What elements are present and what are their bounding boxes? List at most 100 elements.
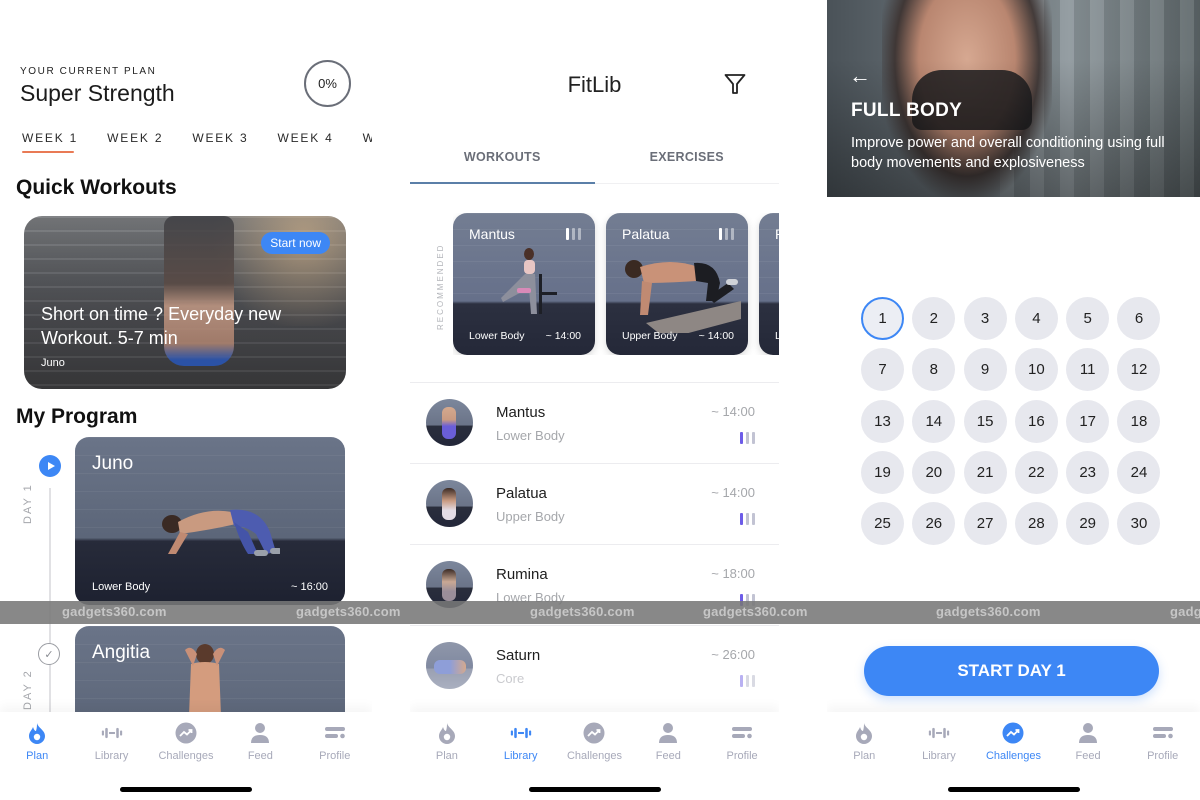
- back-arrow-icon[interactable]: ←: [849, 65, 871, 87]
- quick-workout-card[interactable]: Start now Short on time ? Everyday new W…: [24, 216, 346, 389]
- start-now-button[interactable]: Start now: [261, 232, 330, 254]
- nav-plan[interactable]: Plan: [410, 722, 484, 762]
- difficulty-bars: [740, 513, 755, 525]
- day-button-27[interactable]: 27: [963, 502, 1007, 546]
- nav-challenges[interactable]: Challenges: [976, 722, 1050, 762]
- flame-icon: [853, 722, 875, 744]
- difficulty-bars: [719, 228, 734, 240]
- program-card-title: Juno: [92, 453, 134, 474]
- flame-icon: [436, 722, 458, 744]
- nav-plan[interactable]: Plan: [0, 722, 74, 762]
- nav-label: Library: [94, 750, 129, 762]
- nav-library[interactable]: Library: [902, 722, 976, 762]
- my-program-heading: My Program: [16, 405, 138, 428]
- tab-week-3[interactable]: WEEK 3: [192, 131, 248, 153]
- program-card-day-1[interactable]: Juno Lower Body ~ 16:00: [75, 437, 345, 605]
- trending-up-icon: [175, 722, 197, 744]
- day-button-9[interactable]: 9: [963, 348, 1007, 392]
- day-button-18[interactable]: 18: [1117, 399, 1161, 443]
- list-item[interactable]: Saturn Core ~ 26:00: [410, 625, 779, 706]
- nav-profile[interactable]: Profile: [1126, 722, 1200, 762]
- day-button-17[interactable]: 17: [1066, 399, 1110, 443]
- nav-challenges[interactable]: Challenges: [558, 722, 632, 762]
- tab-week-1[interactable]: WEEK 1: [22, 131, 78, 153]
- watermark-text: gadgets360.com: [936, 604, 1041, 619]
- day-button-3[interactable]: 3: [963, 297, 1007, 340]
- nav-feed[interactable]: Feed: [631, 722, 705, 762]
- workout-list: Mantus Lower Body ~ 14:00 Palatua Upper …: [410, 382, 779, 706]
- day-button-12[interactable]: 12: [1117, 348, 1161, 392]
- recommended-card[interactable]: Palatua Upper Body ~ 14:00: [606, 213, 748, 355]
- nav-library[interactable]: Library: [484, 722, 558, 762]
- tab-week-5[interactable]: WEE: [363, 131, 372, 153]
- workout-tag: Core: [496, 671, 525, 686]
- play-icon[interactable]: [39, 455, 61, 477]
- filter-icon[interactable]: [723, 72, 747, 96]
- day-button-20[interactable]: 20: [912, 450, 956, 494]
- day-button-2[interactable]: 2: [912, 297, 956, 340]
- tab-workouts[interactable]: WORKOUTS: [410, 140, 595, 184]
- day-button-11[interactable]: 11: [1066, 348, 1110, 392]
- day-button-29[interactable]: 29: [1066, 502, 1110, 546]
- watermark-text: gadgets360.com: [530, 604, 635, 619]
- nav-label: Challenges: [158, 750, 214, 762]
- workout-tag: Upper Body: [496, 509, 565, 524]
- quick-card-subtitle: Juno: [41, 357, 65, 369]
- day-button-1[interactable]: 1: [861, 297, 904, 340]
- recommended-card-tag: Upper Body: [622, 330, 678, 342]
- tab-week-2[interactable]: WEEK 2: [107, 131, 163, 153]
- day-button-30[interactable]: 30: [1117, 502, 1161, 546]
- person-icon: [249, 722, 271, 744]
- trending-up-icon: [583, 722, 605, 744]
- nav-label: Feed: [1075, 750, 1101, 762]
- nav-feed[interactable]: Feed: [1051, 722, 1125, 762]
- trending-up-icon: [1002, 722, 1024, 744]
- workout-thumbnail: [426, 399, 473, 446]
- day-button-5[interactable]: 5: [1066, 297, 1110, 340]
- day-button-4[interactable]: 4: [1014, 297, 1058, 340]
- profile-lines-icon: [324, 722, 346, 744]
- day-button-8[interactable]: 8: [912, 348, 956, 392]
- day-button-6[interactable]: 6: [1117, 297, 1161, 340]
- tab-exercises[interactable]: EXERCISES: [595, 140, 780, 183]
- nav-label: Profile: [726, 750, 758, 762]
- nav-profile[interactable]: Profile: [298, 722, 372, 762]
- recommended-card-time: ~ 14:00: [698, 330, 734, 342]
- plan-kicker: YOUR CURRENT PLAN: [20, 66, 157, 77]
- day-button-13[interactable]: 13: [861, 399, 904, 443]
- day-button-16[interactable]: 16: [1014, 399, 1058, 443]
- day-button-19[interactable]: 19: [861, 450, 904, 494]
- nav-profile[interactable]: Profile: [705, 722, 779, 762]
- tab-week-4[interactable]: WEEK 4: [277, 131, 333, 153]
- day-button-23[interactable]: 23: [1066, 450, 1110, 494]
- check-icon[interactable]: ✓: [38, 643, 60, 665]
- challenge-hero: ← FULL BODY Improve power and overall co…: [827, 0, 1200, 197]
- recommended-carousel[interactable]: Mantus Lower Body ~ 14:00 Palatua Upper …: [453, 213, 779, 355]
- nav-label: Feed: [655, 750, 681, 762]
- recommended-card[interactable]: R L: [759, 213, 779, 355]
- flame-icon: [26, 722, 48, 744]
- list-item[interactable]: Palatua Upper Body ~ 14:00: [410, 463, 779, 544]
- day-button-7[interactable]: 7: [861, 348, 904, 392]
- recommended-card[interactable]: Mantus Lower Body ~ 14:00: [453, 213, 595, 355]
- day-button-10[interactable]: 10: [1014, 348, 1058, 392]
- difficulty-bars: [740, 432, 755, 444]
- nav-plan[interactable]: Plan: [827, 722, 901, 762]
- week-tabs: WEEK 1 WEEK 2 WEEK 3 WEEK 4 WEE: [22, 131, 372, 153]
- day-button-22[interactable]: 22: [1014, 450, 1058, 494]
- day-button-15[interactable]: 15: [963, 399, 1007, 443]
- nav-library[interactable]: Library: [75, 722, 149, 762]
- nav-challenges[interactable]: Challenges: [149, 722, 223, 762]
- day-button-25[interactable]: 25: [861, 502, 904, 546]
- day-button-26[interactable]: 26: [912, 502, 956, 546]
- day-button-28[interactable]: 28: [1014, 502, 1058, 546]
- dumbbell-icon: [101, 722, 123, 744]
- progress-value: 0%: [318, 76, 337, 91]
- day-button-21[interactable]: 21: [963, 450, 1007, 494]
- start-day-button[interactable]: START DAY 1: [864, 646, 1159, 696]
- workout-name: Saturn: [496, 647, 541, 664]
- nav-feed[interactable]: Feed: [223, 722, 297, 762]
- day-button-14[interactable]: 14: [912, 399, 956, 443]
- day-button-24[interactable]: 24: [1117, 450, 1161, 494]
- list-item[interactable]: Mantus Lower Body ~ 14:00: [410, 382, 779, 463]
